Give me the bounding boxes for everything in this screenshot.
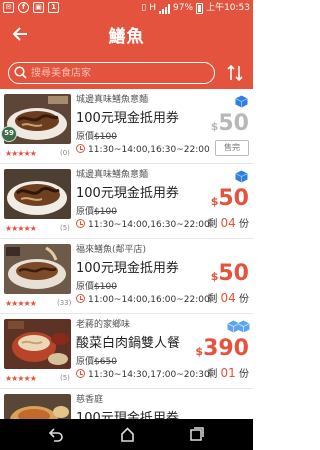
store-name: 城邊真味鱔魚意麵 xyxy=(76,170,149,180)
cube-icon xyxy=(235,95,248,108)
store-name: 城邊真味鱔魚意麵 xyxy=(76,95,149,105)
original-price: 原價$100 xyxy=(76,282,117,292)
offer-title: 100元現金抵用券 xyxy=(76,111,179,126)
search-box[interactable] xyxy=(8,62,215,84)
navigation-bar xyxy=(0,419,253,450)
image-icon: ▣ xyxy=(33,2,44,13)
offer-title: 100元現金抵用券 xyxy=(76,186,179,201)
signal-icon xyxy=(159,3,171,14)
rating-count: (33) xyxy=(57,299,72,307)
badge: 59 xyxy=(1,126,17,142)
offer-title: 100元現金抵用券 xyxy=(76,411,179,419)
remaining-count: 剩 04 份 xyxy=(207,216,249,230)
deal-thumbnail xyxy=(4,319,71,369)
business-hours: 11:30~14:00,16:30~22:00 xyxy=(76,144,210,155)
rating-stars: ★★★★★ xyxy=(5,374,37,383)
rating-count: (5) xyxy=(60,224,70,232)
battery-icon xyxy=(196,3,204,14)
vibrate-icon: ▯ xyxy=(141,3,147,13)
app-header: 鱔魚 xyxy=(0,17,253,57)
offer-title: 酸菜白肉鍋雙人餐 xyxy=(76,336,181,351)
facebook-icon: f xyxy=(18,2,29,13)
deal-thumbnail xyxy=(4,244,71,294)
clock-icon xyxy=(76,219,85,228)
clock-icon xyxy=(76,369,85,378)
notification-icon: ✉ xyxy=(3,2,14,13)
original-price: 原價$100 xyxy=(76,132,117,142)
rating-stars: ★★★★★ xyxy=(5,149,37,158)
network-type: H xyxy=(149,3,157,13)
deal-list: 59 ★★★★★ (0) 城邊真味鱔魚意麵 100元現金抵用券 原價$100 1… xyxy=(0,89,253,419)
deal-thumbnail xyxy=(4,169,71,219)
calendar-icon: 1 xyxy=(48,2,59,13)
sold-out-button[interactable]: 售完 xyxy=(215,140,249,156)
store-name: 慈香庭 xyxy=(76,395,104,405)
business-hours: 11:30~14:00,16:30~22:00 xyxy=(76,219,210,230)
sort-icon[interactable] xyxy=(227,64,243,82)
list-item[interactable]: ★★★★★ (33) 福來鱔魚(鄰平店) 100元現金抵用券 原價$100 11… xyxy=(0,239,253,314)
cube-icon xyxy=(235,170,248,183)
remaining-count: 剩 04 份 xyxy=(207,291,249,305)
nav-recent-apps-icon[interactable] xyxy=(190,427,204,441)
nav-home-icon[interactable] xyxy=(121,427,134,442)
deal-price: $50 xyxy=(210,111,249,136)
nav-back-icon[interactable] xyxy=(48,427,64,442)
battery-percent: 97% xyxy=(173,3,194,13)
clock-time: 上午10:53 xyxy=(206,3,250,13)
deal-price: $50 xyxy=(210,186,249,211)
store-name: 福來鱔魚(鄰平店) xyxy=(76,245,147,255)
page-title: 鱔魚 xyxy=(108,27,145,47)
list-item[interactable]: 59 ★★★★★ (0) 城邊真味鱔魚意麵 100元現金抵用券 原價$100 1… xyxy=(0,89,253,164)
cube-icon xyxy=(237,320,250,333)
status-bar: ✉ f ▣ 1 ▯ H 97% 上午10:53 xyxy=(0,0,253,17)
rating-stars: ★★★★★ xyxy=(5,224,37,233)
deal-thumbnail xyxy=(4,394,71,419)
list-item[interactable]: ★★★★★ (5) 城邊真味鱔魚意麵 100元現金抵用券 原價$100 11:3… xyxy=(0,164,253,239)
business-hours: 11:00~14:00,16:00~22:00 xyxy=(76,294,210,305)
search-icon xyxy=(14,66,27,79)
remaining-count: 剩 01 份 xyxy=(207,366,249,380)
deal-price: $50 xyxy=(210,261,249,286)
rating-count: (5) xyxy=(60,374,70,382)
offer-title: 100元現金抵用券 xyxy=(76,261,179,276)
store-name: 老蔣的家鄉味 xyxy=(76,320,131,330)
original-price: 原價$650 xyxy=(76,357,117,367)
list-item[interactable]: 慈香庭 100元現金抵用券 xyxy=(0,389,253,419)
list-item[interactable]: ★★★★★ (5) 老蔣的家鄉味 酸菜白肉鍋雙人餐 原價$650 11:30~1… xyxy=(0,314,253,389)
deal-price: $390 xyxy=(195,336,249,361)
business-hours: 11:30~14:30,17:00~20:30 xyxy=(76,369,210,380)
clock-icon xyxy=(76,144,85,153)
search-input[interactable] xyxy=(31,63,211,83)
rating-count: (0) xyxy=(60,149,70,157)
rating-stars: ★★★★★ xyxy=(5,299,37,308)
clock-icon xyxy=(76,294,85,303)
original-price: 原價$100 xyxy=(76,207,117,217)
search-bar xyxy=(0,57,253,89)
